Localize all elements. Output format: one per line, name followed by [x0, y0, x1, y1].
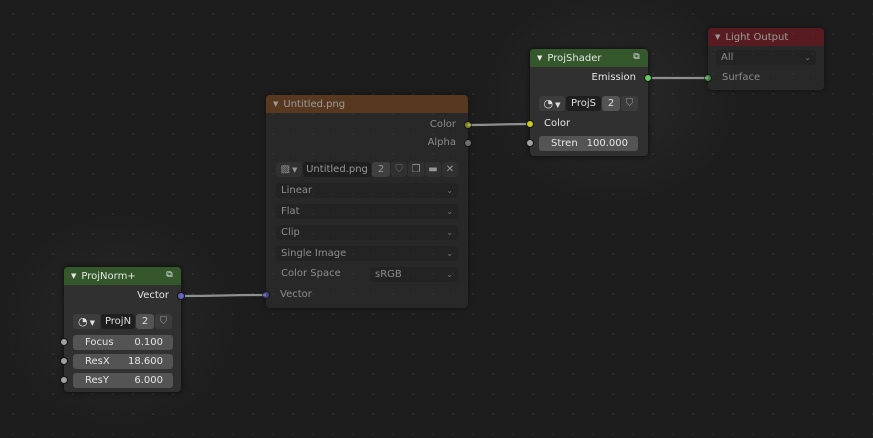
folder-icon: ▬	[428, 164, 438, 175]
link-vector	[180, 293, 267, 298]
strength-input-socket[interactable]	[526, 139, 534, 147]
chevron-down-icon: ⌄	[446, 228, 453, 237]
chevron-down-icon: ▼	[555, 101, 561, 109]
node-title: Untitled.png	[283, 99, 346, 110]
collapse-triangle-icon[interactable]: ▼	[715, 33, 720, 41]
source-dropdown[interactable]: Single Image ⌄	[276, 246, 458, 261]
node-header[interactable]: ▼ Untitled.png	[266, 95, 468, 113]
node-header[interactable]: ▼ Light Output	[708, 28, 824, 46]
resx-label: ResX	[85, 356, 110, 367]
extension-value: Clip	[281, 227, 300, 238]
fake-user-button[interactable]: ⛉	[391, 162, 407, 177]
open-image-button[interactable]: ▬	[425, 162, 441, 177]
output-alpha-label: Alpha	[427, 137, 456, 148]
node-image-texture[interactable]: ▼ Untitled.png Color Alpha ▨ ▼ Untitled.pn…	[262, 95, 472, 308]
resy-value: 6.000	[134, 375, 163, 386]
emission-output-socket[interactable]	[644, 74, 652, 82]
shield-icon: ⛉	[159, 316, 168, 327]
datablock-name-field[interactable]: ProjS	[566, 96, 601, 111]
datablock-users-count[interactable]: 2	[602, 96, 620, 111]
node-tree-icon: ◔	[543, 97, 554, 110]
input-color-label: Color	[544, 118, 571, 129]
close-icon: ✕	[445, 164, 455, 175]
chevron-down-icon: ⌄	[446, 249, 453, 258]
node-header[interactable]: ▼ ProjNorm+ ⧉	[64, 267, 181, 285]
node-projshader[interactable]: ▼ ProjShader ⧉ Emission ◔ ▼ ProjS 2 ⛉ Colo…	[526, 49, 652, 156]
vector-output-socket[interactable]	[177, 292, 185, 300]
new-image-button[interactable]: ❐	[408, 162, 424, 177]
resy-field[interactable]: ResY 6.000	[73, 373, 173, 388]
node-tree-icon: ◔	[78, 315, 88, 328]
node-group-icon[interactable]: ⧉	[164, 270, 175, 281]
projection-value: Flat	[281, 206, 300, 217]
chevron-down-icon: ▼	[292, 166, 298, 174]
collapse-triangle-icon[interactable]: ▼	[273, 100, 278, 108]
resx-input-socket[interactable]	[60, 357, 68, 365]
collapse-triangle-icon[interactable]: ▼	[537, 54, 542, 62]
target-value: All	[721, 52, 734, 63]
collapse-triangle-icon[interactable]: ▼	[71, 272, 76, 280]
image-browse-button[interactable]: ▨ ▼	[276, 162, 302, 177]
duplicate-icon: ❐	[411, 164, 421, 175]
fake-user-button[interactable]: ⛉	[621, 96, 638, 111]
chevron-down-icon: ⌄	[446, 186, 453, 195]
interpolation-dropdown[interactable]: Linear ⌄	[276, 183, 458, 198]
image-users-count[interactable]: 2	[372, 162, 390, 177]
node-header[interactable]: ▼ ProjShader ⧉	[530, 49, 648, 67]
strength-label: Stren	[551, 138, 578, 149]
node-title: ProjNorm+	[81, 271, 136, 282]
datablock-browse-button[interactable]: ◔ ▼	[539, 96, 565, 111]
input-surface-label: Surface	[722, 72, 761, 83]
focus-field[interactable]: Focus 0.100	[73, 335, 173, 350]
extension-dropdown[interactable]: Clip ⌄	[276, 225, 458, 240]
focus-value: 0.100	[134, 337, 163, 348]
node-title: ProjShader	[547, 53, 602, 64]
color-space-dropdown[interactable]: sRGB ⌄	[370, 267, 458, 282]
unlink-image-button[interactable]: ✕	[442, 162, 458, 177]
shield-icon: ⛉	[625, 98, 634, 109]
datablock-browse-button[interactable]: ◔ ▼	[73, 314, 100, 329]
color-space-value: sRGB	[375, 269, 402, 280]
output-emission-label: Emission	[591, 72, 637, 83]
alpha-output-socket[interactable]	[464, 139, 472, 147]
strength-value: 100.000	[586, 138, 628, 149]
node-projnorm[interactable]: ▼ ProjNorm+ ⧉ Vector ◔ ▼ ProjN 2 ⛉ Focus 0…	[60, 267, 185, 392]
color-output-socket[interactable]	[464, 121, 472, 129]
chevron-down-icon: ⌄	[804, 53, 811, 62]
resy-label: ResY	[85, 375, 109, 386]
link-color	[467, 122, 530, 127]
datablock-users-count[interactable]: 2	[136, 314, 154, 329]
image-name-field[interactable]: Untitled.png	[303, 162, 371, 177]
node-group-icon[interactable]: ⧉	[631, 52, 642, 63]
node-light-output[interactable]: ▼ Light Output All ⌄ Surface	[704, 28, 824, 90]
chevron-down-icon: ⌄	[446, 270, 453, 279]
shield-icon: ⛉	[395, 164, 403, 175]
output-color-label: Color	[429, 119, 456, 130]
resy-input-socket[interactable]	[60, 376, 68, 384]
focus-label: Focus	[85, 337, 114, 348]
input-vector-label: Vector	[280, 289, 312, 300]
datablock-name-field[interactable]: ProjN	[101, 314, 135, 329]
source-value: Single Image	[281, 248, 347, 259]
strength-field[interactable]: Stren 100.000	[539, 136, 638, 151]
fake-user-button[interactable]: ⛉	[155, 314, 172, 329]
image-icon: ▨	[280, 164, 291, 175]
projection-dropdown[interactable]: Flat ⌄	[276, 204, 458, 219]
resx-value: 18.600	[128, 356, 163, 367]
chevron-down-icon: ⌄	[446, 207, 453, 216]
target-dropdown[interactable]: All ⌄	[716, 50, 816, 65]
node-title: Light Output	[725, 32, 789, 43]
interpolation-value: Linear	[281, 185, 313, 196]
resx-field[interactable]: ResX 18.600	[73, 354, 173, 369]
focus-input-socket[interactable]	[60, 338, 68, 346]
chevron-down-icon: ▼	[89, 319, 95, 327]
output-vector-label: Vector	[137, 290, 169, 301]
